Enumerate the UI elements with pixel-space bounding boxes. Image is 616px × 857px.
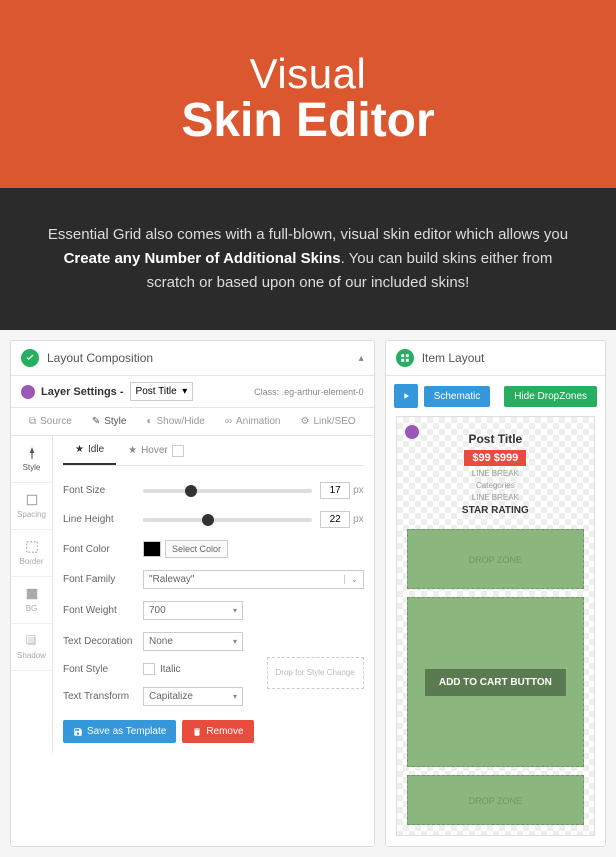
post-title[interactable]: Post Title	[407, 432, 584, 446]
row-fontcolor: Font Color Select Color	[63, 534, 364, 564]
sidebar-shadow[interactable]: Shadow	[11, 624, 52, 671]
panel-title: Layout Composition	[47, 351, 153, 365]
row-textdecoration: Text Decoration None▾	[63, 626, 364, 657]
item-layout-toolbar: Schematic Hide DropZones	[386, 376, 605, 416]
panel-header[interactable]: Item Layout	[386, 341, 605, 376]
row-fontfamily: Font Family "Raleway"⌄	[63, 564, 364, 595]
save-template-button[interactable]: Save as Template	[63, 720, 176, 743]
textdecoration-select[interactable]: None▾	[143, 632, 243, 651]
dropzone-bottom[interactable]: DROP ZONE	[407, 775, 584, 825]
row-fontstyle: Font Style Italic	[63, 657, 257, 681]
line-break: LINE BREAK	[407, 469, 584, 478]
lineheight-input[interactable]	[320, 511, 350, 528]
item-header: Post Title $99 $999 LINE BREAK Categorie…	[407, 427, 584, 521]
description: Essential Grid also comes with a full-bl…	[0, 188, 616, 330]
tab-style[interactable]: ✎ Style	[82, 408, 137, 435]
fontfamily-select[interactable]: "Raleway"⌄	[143, 570, 364, 589]
toggle-icon	[396, 349, 414, 367]
sidebar-bg[interactable]: BG	[11, 577, 52, 624]
layer-label: Layer Settings -	[41, 386, 124, 398]
hover-checkbox[interactable]	[172, 445, 184, 457]
star-rating[interactable]: STAR RATING	[407, 505, 584, 516]
dropzone-top[interactable]: DROP ZONE	[407, 529, 584, 589]
tab-showhide[interactable]: ◐ Show/Hide	[136, 408, 214, 435]
play-button[interactable]	[394, 384, 418, 408]
tab-linkseo[interactable]: ⚙ Link/SEO	[290, 408, 365, 435]
editor-workspace: Layout Composition ▴ Layer Settings - Po…	[0, 330, 616, 857]
schematic-button[interactable]: Schematic	[424, 386, 491, 407]
toggle-icon	[21, 349, 39, 367]
style-sidebar: Style Spacing Border BG Shadow	[11, 436, 53, 753]
select-color-button[interactable]: Select Color	[165, 540, 228, 558]
hide-dropzones-button[interactable]: Hide DropZones	[504, 386, 597, 407]
texttransform-select[interactable]: Capitalize▾	[143, 687, 243, 706]
sidebar-style[interactable]: Style	[11, 436, 52, 483]
row-texttransform: Text Transform Capitalize▾	[63, 681, 257, 712]
tab-source[interactable]: ⧉ Source	[19, 408, 82, 435]
categories[interactable]: Categories	[407, 481, 584, 490]
fontweight-select[interactable]: 700▾	[143, 601, 243, 620]
style-dropzone[interactable]: Drop for Style Change	[267, 657, 364, 689]
add-to-cart-button[interactable]: ADD TO CART BUTTON	[425, 669, 566, 696]
layer-class: Class: .eg-arthur-element-0	[254, 387, 364, 397]
sidebar-spacing[interactable]: Spacing	[11, 483, 52, 530]
dropzone-main[interactable]: ADD TO CART BUTTON	[407, 597, 584, 767]
layout-composition-panel: Layout Composition ▴ Layer Settings - Po…	[10, 340, 375, 847]
sidebar-border[interactable]: Border	[11, 530, 52, 577]
item-canvas[interactable]: Post Title $99 $999 LINE BREAK Categorie…	[396, 416, 595, 836]
tab-animation[interactable]: ∞ Animation	[215, 408, 291, 435]
panel-header[interactable]: Layout Composition ▴	[11, 341, 374, 376]
collapse-icon[interactable]: ▴	[359, 353, 364, 364]
row-fontweight: Font Weight 700▾	[63, 595, 364, 626]
layer-tabs: ⧉ Source ✎ Style ◐ Show/Hide ∞ Animation…	[11, 408, 374, 436]
color-swatch[interactable]	[143, 541, 161, 557]
lineheight-slider[interactable]	[143, 518, 312, 522]
row-fontsize: Font Size px	[63, 476, 364, 505]
tab-idle[interactable]: ★ Idle	[63, 436, 116, 465]
item-layout-panel: Item Layout Schematic Hide DropZones Pos…	[385, 340, 606, 847]
hero-title-thin: Visual	[20, 50, 596, 98]
hero-banner: Visual Skin Editor	[0, 0, 616, 188]
price-badge[interactable]: $99 $999	[464, 450, 526, 466]
layer-type-select[interactable]: Post Title ▾	[130, 382, 194, 401]
panel-title: Item Layout	[422, 351, 485, 365]
hero-title-bold: Skin Editor	[20, 93, 596, 148]
layer-icon	[21, 385, 35, 399]
fontsize-slider[interactable]	[143, 489, 312, 493]
style-content: ★ Idle ★ Hover Font Size px Line Height …	[53, 436, 374, 753]
fontsize-input[interactable]	[320, 482, 350, 499]
row-lineheight: Line Height px	[63, 505, 364, 534]
state-tabs: ★ Idle ★ Hover	[63, 436, 364, 466]
italic-checkbox[interactable]	[143, 663, 155, 675]
line-break: LINE BREAK	[407, 493, 584, 502]
tab-hover[interactable]: ★ Hover	[116, 436, 196, 465]
layer-settings-bar: Layer Settings - Post Title ▾ Class: .eg…	[11, 376, 374, 408]
remove-button[interactable]: Remove	[182, 720, 253, 743]
element-handle-icon[interactable]	[405, 425, 419, 439]
